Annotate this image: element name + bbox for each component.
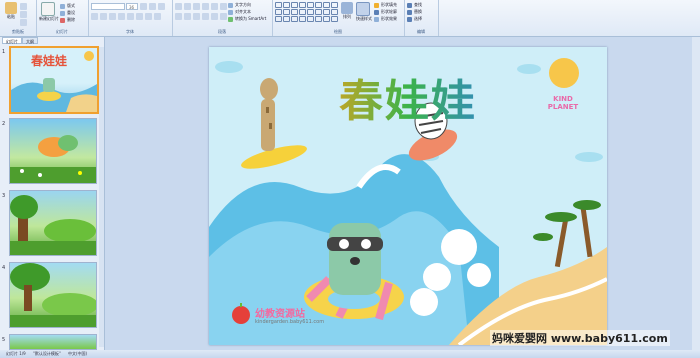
tab-slides[interactable]: 幻灯片 [2, 37, 22, 44]
shapes-gallery[interactable] [275, 2, 338, 22]
font-format-buttons[interactable] [91, 13, 161, 20]
thumb-2-art [10, 135, 96, 183]
replace-button[interactable]: 替换 [407, 9, 422, 15]
thumb-1-art: 春娃娃 [11, 51, 97, 112]
new-slide-button[interactable]: 新建幻灯片 [39, 2, 59, 24]
brand-name: 幼教资源站 [255, 309, 305, 320]
slide-thumbnail-2[interactable] [9, 118, 97, 184]
slide-editor: 春娃娃 KIND PLANET 幼教资源站 kindergarden.baby6… [105, 37, 700, 350]
shape-effects-button[interactable]: 形状效果 [374, 16, 397, 22]
paragraph-group: 文字方向 对齐文本 转换为 SmartArt 段落 [172, 0, 273, 36]
brand-url: kindergarden.baby611.com [255, 319, 325, 325]
delete-button[interactable]: 删除 [60, 17, 75, 23]
clipboard-small-icons[interactable] [20, 3, 27, 26]
font-name-box[interactable] [91, 3, 125, 10]
ribbon: 粘贴 剪贴板 新建幻灯片 版式 重设 删除 幻灯片 36 字体 文字方向 对齐文… [0, 0, 700, 37]
shape-outline-button[interactable]: 形状轮廓 [374, 9, 397, 15]
arrange-button[interactable]: 排列 [340, 2, 354, 24]
quick-styles-button[interactable]: 快速样式 [356, 2, 372, 24]
shape-fill-button[interactable]: 形状填充 [374, 2, 397, 8]
thumb-3-art [10, 195, 96, 255]
smartart-button[interactable]: 转换为 SmartArt [228, 16, 266, 22]
quick-styles-icon [356, 2, 370, 16]
reset-button[interactable]: 重设 [60, 10, 75, 16]
status-language: 中文(中国) [67, 351, 88, 356]
text-direction-button[interactable]: 文字方向 [228, 2, 251, 8]
watermark: 妈咪爱婴网 www.baby611.com [490, 330, 670, 346]
pane-tabs: 幻灯片 大纲 [2, 37, 38, 44]
layout-button[interactable]: 版式 [60, 3, 75, 9]
status-bar: 幻灯片 1/9 "默认设计模板" 中文(中国) [0, 350, 700, 358]
slide-thumbnail-4[interactable] [9, 262, 97, 328]
list-buttons[interactable] [175, 3, 227, 10]
drawing-group: 排列 快速样式 形状填充 形状轮廓 形状效果 绘图 [272, 0, 405, 36]
svg-text:春娃娃: 春娃娃 [30, 53, 67, 68]
paste-button[interactable]: 粘贴 [4, 2, 18, 24]
slides-pane: 幻灯片 大纲 1 春娃娃 2 3 4 5 [0, 37, 105, 350]
kind-planet-label: KIND PLANET [547, 95, 579, 111]
thumb-4-art [10, 263, 96, 327]
status-slide-info: 幻灯片 1/9 [6, 351, 26, 356]
slide-canvas[interactable]: 春娃娃 KIND PLANET 幼教资源站 kindergarden.baby6… [209, 47, 607, 345]
paste-icon [5, 2, 17, 14]
font-group: 36 字体 [88, 0, 173, 36]
find-button[interactable]: 查找 [407, 2, 422, 8]
status-theme: "默认设计模板" [33, 351, 61, 356]
slide-thumbnail-5[interactable] [9, 334, 97, 350]
editing-group: 查找 替换 选择 编辑 [404, 0, 439, 36]
font-size-box[interactable]: 36 [126, 3, 138, 10]
clipboard-group: 粘贴 剪贴板 [0, 0, 37, 36]
align-text-button[interactable]: 对齐文本 [228, 9, 251, 15]
align-buttons[interactable] [175, 13, 227, 20]
slide-thumbnail-1[interactable]: 春娃娃 [9, 46, 99, 114]
font-grow-shrink[interactable] [140, 3, 165, 10]
arrange-icon [341, 2, 353, 14]
new-slide-icon [41, 2, 55, 16]
editor-scrollbar[interactable] [692, 37, 700, 350]
apple-logo-icon [232, 306, 250, 324]
slide-thumbnail-3[interactable] [9, 190, 97, 256]
tab-outline[interactable]: 大纲 [22, 37, 38, 44]
select-button[interactable]: 选择 [407, 16, 422, 22]
slides-group: 新建幻灯片 版式 重设 删除 幻灯片 [36, 0, 89, 36]
slides-pane-scrollbar[interactable] [99, 47, 104, 347]
